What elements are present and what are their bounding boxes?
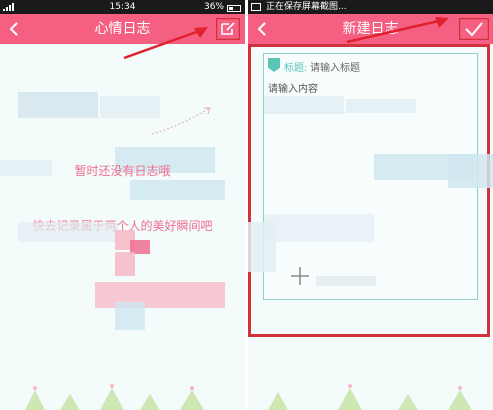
signal-icon: [3, 3, 14, 11]
blurred-region: [448, 154, 493, 188]
red-arrow-annotation: [346, 17, 449, 44]
empty-state-line-1: 暂时还没有日志哦: [74, 164, 171, 178]
blurred-region: [248, 222, 276, 272]
status-bar: 正在保存屏幕截图...: [248, 0, 493, 14]
title-input[interactable]: 请输入标题: [310, 59, 360, 74]
status-time: 15:34: [109, 2, 136, 12]
right-phone-screen: 正在保存屏幕截图... 新建日志 标题: 请输入标题 请输入内容: [248, 0, 493, 410]
tree-decoration: [25, 384, 204, 410]
blurred-region: [346, 99, 416, 113]
content-input[interactable]: 请输入内容: [268, 80, 318, 95]
blurred-region: [316, 276, 376, 286]
edit-icon[interactable]: [216, 18, 240, 40]
screenshot-icon: [251, 3, 261, 11]
blurred-region: [264, 96, 344, 114]
editor-area: 标题: 请输入标题 请输入内容: [248, 44, 493, 410]
diary-card: 标题: 请输入标题 请输入内容: [263, 53, 478, 300]
tree-decoration: [268, 384, 472, 410]
blurred-region: [18, 222, 118, 242]
blurred-region: [264, 214, 374, 242]
checkmark-icon[interactable]: [459, 18, 489, 40]
bookmark-icon: [268, 58, 280, 72]
plus-icon[interactable]: [290, 266, 310, 286]
red-arrow-annotation: [123, 27, 208, 60]
left-phone-screen: 15:34 36% 心情日志 暂时还没有日志哦 快去记录属于两个人的美好瞬间吧: [0, 0, 245, 410]
editor-highlight-frame: 标题: 请输入标题 请输入内容: [248, 44, 490, 337]
dotted-curve-decoration: [151, 107, 211, 135]
status-notification: 正在保存屏幕截图...: [266, 2, 347, 12]
blurred-region: [130, 180, 225, 200]
blurred-region: [115, 302, 145, 330]
title-label: 标题:: [284, 63, 308, 74]
diary-list-area: 暂时还没有日志哦 快去记录属于两个人的美好瞬间吧: [0, 44, 245, 410]
blurred-region: [115, 252, 135, 276]
blurred-region: [18, 92, 98, 118]
battery-percent: 36%: [203, 2, 224, 12]
status-bar: 15:34 36%: [0, 0, 245, 14]
battery-icon: [227, 5, 241, 12]
